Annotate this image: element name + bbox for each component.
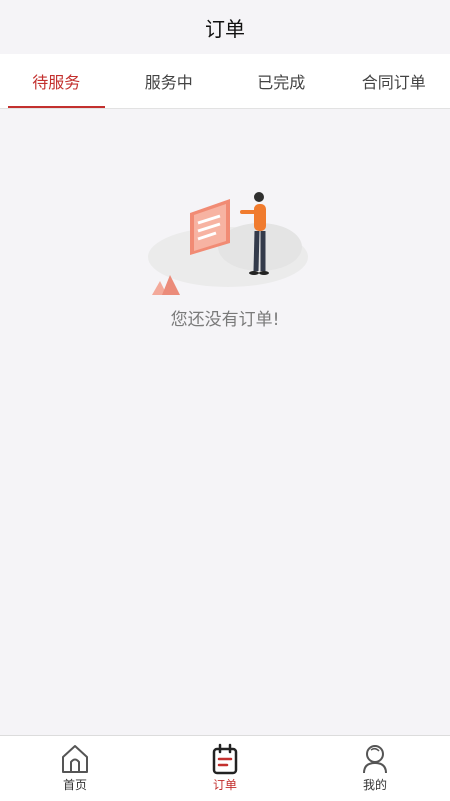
empty-orders-illustration — [140, 189, 310, 299]
tab-completed[interactable]: 已完成 — [225, 54, 338, 108]
page-title: 订单 — [205, 13, 245, 42]
nav-profile[interactable]: 我的 — [300, 736, 450, 801]
nav-profile-label: 我的 — [363, 776, 387, 793]
tab-in-service[interactable]: 服务中 — [113, 54, 226, 108]
nav-home-label: 首页 — [63, 776, 87, 793]
tab-label: 已完成 — [257, 69, 305, 93]
home-icon — [60, 743, 90, 775]
tab-label: 服务中 — [145, 69, 193, 93]
tab-contract-orders[interactable]: 合同订单 — [338, 54, 450, 108]
user-icon — [360, 743, 390, 775]
tab-label: 合同订单 — [362, 69, 426, 93]
bottom-navigation: 首页 订单 我的 — [0, 735, 450, 801]
empty-orders-message: 您还没有订单! — [0, 305, 450, 330]
top-bar: 订单 — [0, 0, 450, 54]
order-list-area: 您还没有订单! — [0, 109, 450, 735]
nav-home[interactable]: 首页 — [0, 736, 150, 801]
nav-orders-label: 订单 — [213, 776, 237, 793]
order-tabs: 待服务 服务中 已完成 合同订单 — [0, 54, 450, 109]
tab-label: 待服务 — [32, 69, 80, 93]
calendar-order-icon — [210, 743, 240, 775]
nav-orders[interactable]: 订单 — [150, 736, 300, 801]
tab-pending-service[interactable]: 待服务 — [0, 54, 113, 108]
